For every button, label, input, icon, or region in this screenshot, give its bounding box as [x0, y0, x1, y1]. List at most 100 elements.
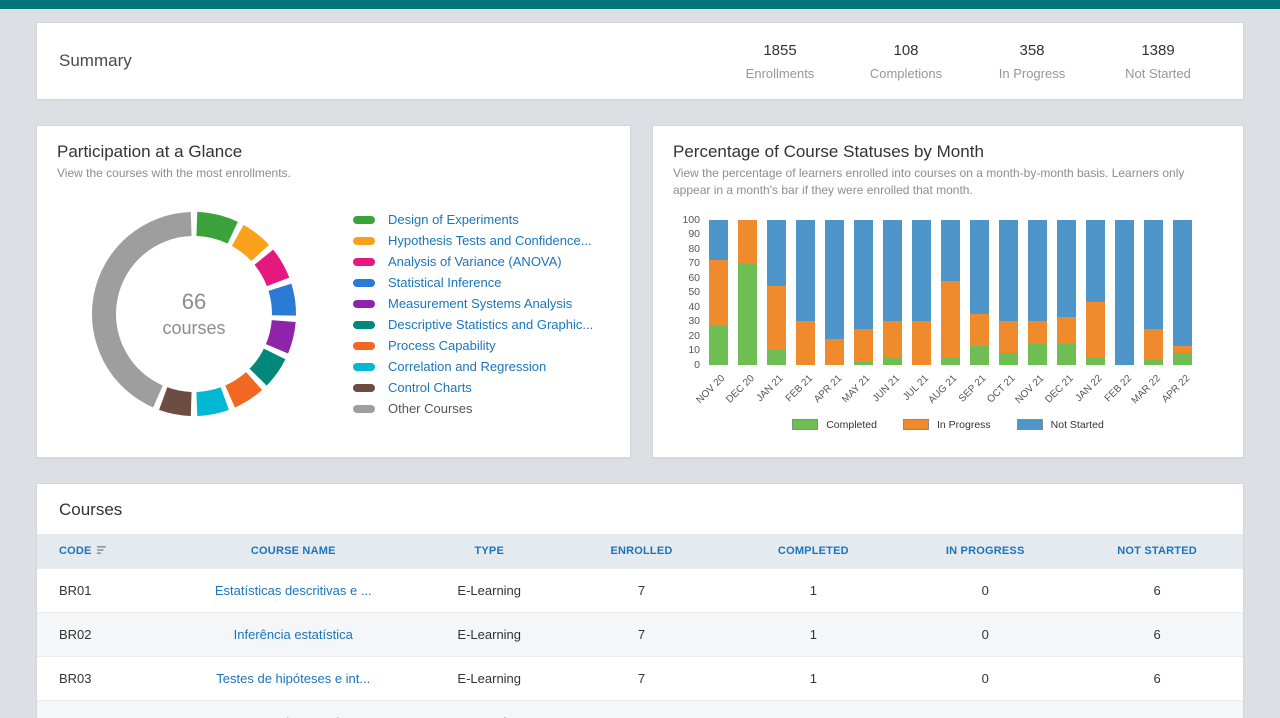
bar-segment-completed[interactable] — [970, 346, 989, 365]
legend-label[interactable]: Correlation and Regression — [388, 359, 546, 374]
legend-label[interactable]: Measurement Systems Analysis — [388, 296, 572, 311]
legend-swatch-icon — [353, 405, 375, 413]
bar-segment-in-progress[interactable] — [738, 220, 757, 264]
bar-segment-completed[interactable] — [941, 358, 960, 365]
bar-column-nov-20 — [709, 220, 728, 365]
bar-segment-not-started[interactable] — [970, 220, 989, 314]
courses-table-head: CODECOURSE NAMETYPEENROLLEDCOMPLETEDIN P… — [37, 534, 1243, 569]
cell-name[interactable]: Estatísticas descritivas e ... — [164, 569, 423, 613]
bar-segment-not-started[interactable] — [767, 220, 786, 287]
bar-segment-not-started[interactable] — [854, 220, 873, 329]
column-header-type[interactable]: TYPE — [423, 534, 556, 569]
bar-segment-not-started[interactable] — [1028, 220, 1047, 322]
donut-legend-item-7[interactable]: Correlation and Regression — [353, 356, 593, 377]
bar-segment-not-started[interactable] — [941, 220, 960, 281]
cell-code: BR04 — [37, 701, 164, 718]
bar-segment-in-progress[interactable] — [1086, 302, 1105, 357]
stat-label: Completions — [843, 66, 969, 81]
bar-segment-completed[interactable] — [1173, 353, 1192, 365]
bar-segment-not-started[interactable] — [796, 220, 815, 322]
donut-segment-9[interactable] — [104, 224, 191, 396]
donut-segment-3[interactable] — [280, 288, 284, 316]
donut-legend-item-5[interactable]: Descriptive Statistics and Graphic... — [353, 314, 593, 335]
column-header-code[interactable]: CODE — [37, 534, 164, 569]
bar-segment-completed[interactable] — [1028, 343, 1047, 365]
donut-segment-2[interactable] — [264, 258, 278, 283]
bar-segment-in-progress[interactable] — [1057, 317, 1076, 343]
donut-legend-item-3[interactable]: Statistical Inference — [353, 272, 593, 293]
bar-segment-in-progress[interactable] — [941, 281, 960, 358]
bar-stack — [1028, 220, 1047, 365]
bar-legend-item-completed: Completed — [792, 419, 877, 431]
bar-segment-not-started[interactable] — [999, 220, 1018, 322]
bar-segment-not-started[interactable] — [1144, 220, 1163, 329]
bar-segment-in-progress[interactable] — [767, 286, 786, 350]
cell-name[interactable]: Testes de hipóteses e int... — [164, 657, 423, 701]
donut-legend-item-4[interactable]: Measurement Systems Analysis — [353, 293, 593, 314]
bar-segment-completed[interactable] — [709, 326, 728, 365]
participation-subtitle: View the courses with the most enrollmen… — [57, 165, 610, 182]
bar-column-sep-21 — [970, 220, 989, 365]
bar-segment-completed[interactable] — [767, 350, 786, 365]
donut-legend-item-6[interactable]: Process Capability — [353, 335, 593, 356]
donut-segment-1[interactable] — [238, 236, 260, 254]
cell-name[interactable]: Inferência estatística — [164, 613, 423, 657]
bar-segment-not-started[interactable] — [825, 220, 844, 339]
bar-segment-completed[interactable] — [1086, 358, 1105, 365]
bar-column-apr-21 — [825, 220, 844, 365]
bar-segment-completed[interactable] — [999, 353, 1018, 365]
legend-label[interactable]: Statistical Inference — [388, 275, 501, 290]
legend-swatch-icon — [353, 321, 375, 329]
bar-segment-in-progress[interactable] — [1173, 346, 1192, 353]
bar-segment-not-started[interactable] — [883, 220, 902, 322]
legend-label[interactable]: Design of Experiments — [388, 212, 519, 227]
bar-segment-not-started[interactable] — [1057, 220, 1076, 317]
column-header-enrolled[interactable]: ENROLLED — [556, 534, 728, 569]
donut-segment-5[interactable] — [258, 354, 275, 377]
donut-legend-item-9[interactable]: Other Courses — [353, 398, 593, 419]
bar-segment-in-progress[interactable] — [709, 260, 728, 325]
legend-label[interactable]: Hypothesis Tests and Confidence... — [388, 233, 592, 248]
column-header-completed[interactable]: COMPLETED — [727, 534, 899, 569]
bar-segment-completed[interactable] — [738, 263, 757, 365]
bar-segment-not-started[interactable] — [1086, 220, 1105, 303]
sort-icon[interactable] — [97, 545, 109, 555]
legend-label[interactable]: Process Capability — [388, 338, 496, 353]
donut-legend-item-0[interactable]: Design of Experiments — [353, 209, 593, 230]
donut-segment-6[interactable] — [230, 381, 254, 396]
bar-stack — [825, 220, 844, 365]
legend-label[interactable]: Control Charts — [388, 380, 472, 395]
bar-segment-in-progress[interactable] — [796, 321, 815, 365]
bar-segment-completed[interactable] — [1057, 343, 1076, 365]
donut-segment-0[interactable] — [197, 224, 233, 233]
cell-completed: 1 — [727, 613, 899, 657]
column-header-notstarted[interactable]: NOT STARTED — [1071, 534, 1243, 569]
bar-segment-in-progress[interactable] — [883, 321, 902, 357]
x-axis-label: DEC 20 — [724, 373, 757, 406]
bar-segment-completed[interactable] — [883, 358, 902, 365]
bar-segment-not-started[interactable] — [1115, 220, 1134, 365]
bar-segment-in-progress[interactable] — [854, 329, 873, 362]
bar-segment-not-started[interactable] — [912, 220, 931, 322]
bar-segment-in-progress[interactable] — [825, 339, 844, 365]
cell-name[interactable]: Cartas de controle — [164, 701, 423, 718]
legend-label[interactable]: Descriptive Statistics and Graphic... — [388, 317, 593, 332]
column-header-inprogress[interactable]: IN PROGRESS — [899, 534, 1071, 569]
donut-legend-item-2[interactable]: Analysis of Variance (ANOVA) — [353, 251, 593, 272]
donut-legend-item-8[interactable]: Control Charts — [353, 377, 593, 398]
bar-segment-not-started[interactable] — [1173, 220, 1192, 346]
column-header-name[interactable]: COURSE NAME — [164, 534, 423, 569]
bar-segment-not-started[interactable] — [709, 220, 728, 261]
x-label-slot: JAN 21 — [763, 365, 782, 417]
donut-segment-8[interactable] — [163, 399, 191, 404]
bar-segment-in-progress[interactable] — [1144, 329, 1163, 361]
donut-segment-7[interactable] — [197, 399, 225, 404]
donut-legend-item-1[interactable]: Hypothesis Tests and Confidence... — [353, 230, 593, 251]
stat-label: In Progress — [969, 66, 1095, 81]
legend-label[interactable]: Analysis of Variance (ANOVA) — [388, 254, 562, 269]
donut-segment-4[interactable] — [277, 321, 284, 349]
bar-segment-in-progress[interactable] — [1028, 321, 1047, 343]
bar-segment-in-progress[interactable] — [999, 321, 1018, 353]
bar-segment-in-progress[interactable] — [912, 321, 931, 365]
bar-segment-in-progress[interactable] — [970, 314, 989, 346]
